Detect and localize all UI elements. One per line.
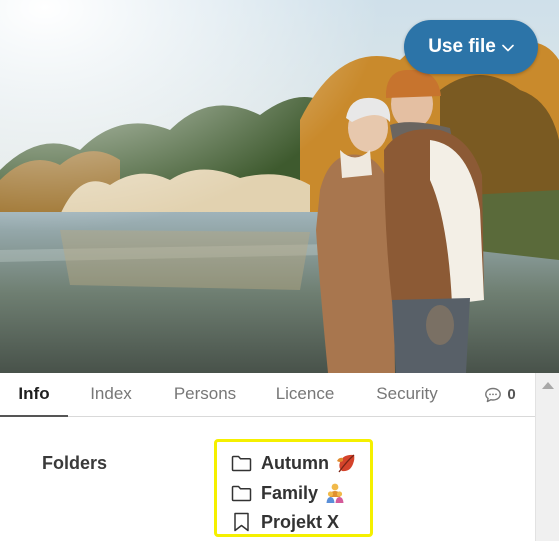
fallen-leaf-icon (335, 452, 357, 474)
folder-name: Autumn (261, 452, 329, 473)
folder-icon (231, 455, 252, 471)
comment-icon (485, 387, 502, 403)
use-file-label: Use file (428, 36, 496, 57)
folder-name: Family (261, 482, 319, 503)
comment-count: 0 (507, 386, 516, 403)
info-panel: Folders Autumn Family Projekt X (0, 418, 535, 541)
scroll-up-arrow-icon[interactable] (542, 382, 554, 389)
use-file-button[interactable]: Use file (404, 20, 538, 74)
bookmark-icon (234, 512, 249, 532)
tab-security[interactable]: Security (362, 373, 452, 417)
tab-index[interactable]: Index (76, 373, 146, 417)
tab-info[interactable]: Info (0, 373, 68, 417)
folder-item-family[interactable]: Family (231, 480, 346, 506)
folder-item-autumn[interactable]: Autumn (231, 450, 357, 476)
tab-comments[interactable]: 0 (470, 373, 530, 417)
tab-licence[interactable]: Licence (262, 373, 348, 417)
folders-label: Folders (42, 453, 108, 473)
family-icon (324, 482, 346, 504)
info-tabs: Info Index Persons Licence Security 0 (0, 373, 535, 417)
tab-persons[interactable]: Persons (160, 373, 250, 417)
folders-highlight: Autumn Family Projekt X (214, 439, 373, 537)
folder-name: Projekt X (261, 511, 340, 532)
chevron-down-icon (501, 44, 514, 52)
scrollbar[interactable] (535, 373, 559, 541)
folder-icon (231, 485, 252, 501)
image-preview: Use file (0, 0, 559, 373)
folder-item-projekt-x[interactable]: Projekt X (231, 509, 339, 535)
